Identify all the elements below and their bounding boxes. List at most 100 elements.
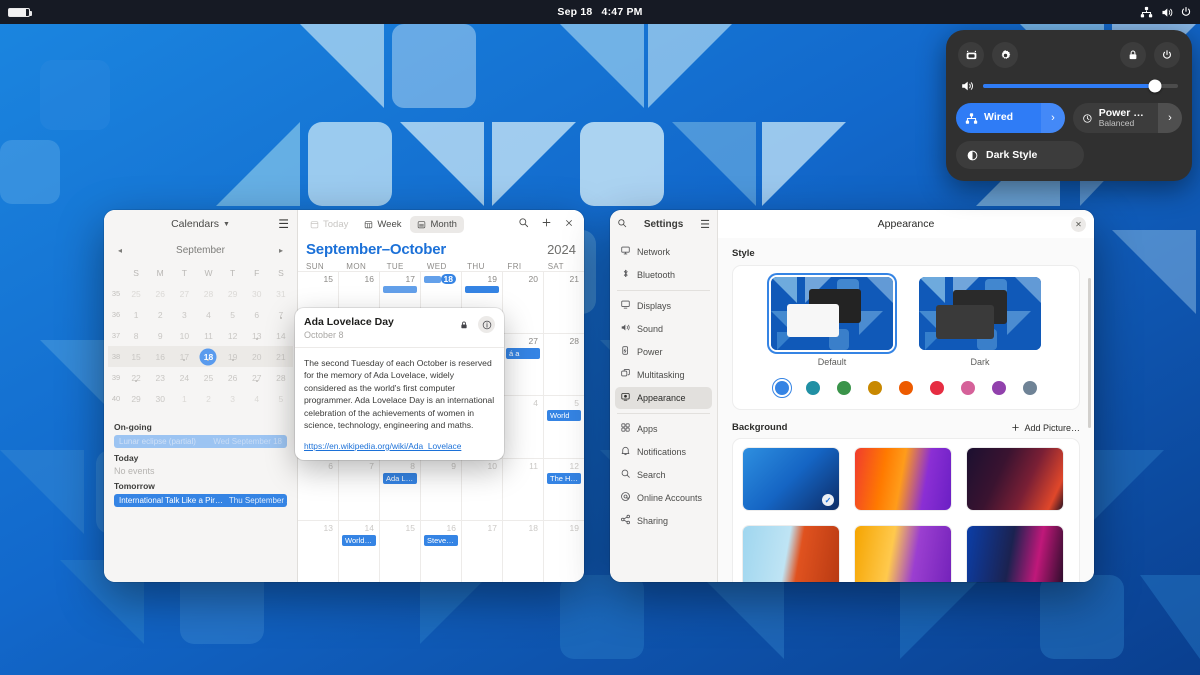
calendar-day-cell[interactable]: 6 — [298, 458, 339, 520]
mini-day-cell[interactable]: 25 — [124, 289, 148, 299]
calendar-day-cell[interactable]: 17 — [462, 520, 503, 582]
mini-day-cell[interactable]: 4 — [245, 394, 269, 404]
mini-day-cell[interactable]: 28 — [269, 373, 293, 383]
accent-color-purple[interactable] — [989, 378, 1009, 398]
accent-color-pink[interactable] — [958, 378, 978, 398]
sidebar-item-appearance[interactable]: Appearance — [615, 387, 712, 409]
system-status-area[interactable] — [1140, 6, 1192, 19]
prev-month-button[interactable]: ◂ — [118, 246, 122, 255]
mini-day-cell[interactable]: 8 — [124, 331, 148, 341]
mini-day-cell[interactable]: 27 — [172, 289, 196, 299]
style-option-dark[interactable]: Dark — [919, 277, 1041, 367]
mini-day-cell[interactable]: 27 — [245, 373, 269, 383]
calendar-day-cell[interactable]: 10 — [462, 458, 503, 520]
mini-day-cell[interactable]: 2 — [196, 394, 220, 404]
calendar-day-cell[interactable]: 13 — [298, 520, 339, 582]
event-list-item[interactable]: International Talk Like a Pir… Thu Septem… — [114, 494, 287, 507]
sidebar-item-notifications[interactable]: Notifications — [615, 441, 712, 463]
mini-day-cell[interactable]: 15 — [124, 352, 148, 362]
accent-color-teal[interactable] — [803, 378, 823, 398]
calendar-day-cell[interactable]: 19 — [544, 521, 584, 582]
mini-day-cell[interactable]: 10 — [172, 331, 196, 341]
month-view-button[interactable]: Month — [410, 215, 464, 233]
week-view-button[interactable]: Week — [357, 216, 408, 233]
mini-day-cell[interactable]: 1 — [124, 310, 148, 320]
mini-day-cell[interactable]: 3 — [172, 310, 196, 320]
popover-link[interactable]: https://en.wikipedia.org/wiki/Ada_Lovela… — [304, 440, 495, 452]
mini-day-cell[interactable]: 21 — [269, 352, 293, 362]
mini-day-cell[interactable]: 1 — [172, 394, 196, 404]
mini-day-cell[interactable]: 30 — [245, 289, 269, 299]
calendar-day-cell[interactable]: 14 World … — [339, 520, 380, 582]
calendar-day-cell[interactable]: 7 — [339, 458, 380, 520]
event-list-item[interactable]: Lunar eclipse (partial) Wed September 18 — [114, 435, 287, 448]
sidebar-item-multitasking[interactable]: Multitasking — [615, 364, 712, 386]
mini-day-cell[interactable]: 4 — [196, 310, 220, 320]
volume-slider-row[interactable] — [956, 76, 1182, 103]
mini-day-cell[interactable]: 26 — [148, 289, 172, 299]
mini-day-cell[interactable]: 30 — [148, 394, 172, 404]
accent-color-green[interactable] — [834, 378, 854, 398]
calendar-day-cell[interactable]: 11 — [503, 458, 544, 520]
volume-slider-handle[interactable] — [1148, 79, 1162, 93]
info-icon[interactable] — [478, 316, 495, 333]
mini-day-cell[interactable]: 3 — [221, 394, 245, 404]
accent-color-slate[interactable] — [1020, 378, 1040, 398]
mini-day-cell[interactable]: 17 — [172, 352, 196, 362]
background-option[interactable] — [967, 526, 1063, 582]
calendars-dropdown[interactable]: Calendars — [171, 218, 219, 230]
sidebar-item-search[interactable]: Search — [615, 464, 712, 486]
mini-day-cell[interactable]: 5 — [269, 394, 293, 404]
quick-tile-power-mode[interactable]: Power Mode Balanced › — [1073, 103, 1182, 133]
mini-day-cell[interactable]: 13 — [245, 331, 269, 341]
calendar-event-bar[interactable] — [383, 286, 417, 293]
mini-day-cell[interactable]: 18 — [196, 348, 220, 365]
quick-tile-wired[interactable]: Wired › — [956, 103, 1065, 133]
mini-day-cell[interactable]: 29 — [124, 394, 148, 404]
hamburger-menu-icon[interactable]: ☰ — [700, 218, 710, 231]
mini-day-cell[interactable]: 7 — [269, 310, 293, 320]
add-picture-button[interactable]: Add Picture… — [1011, 423, 1080, 433]
calendar-day-cell[interactable]: 28 — [544, 334, 584, 395]
accent-color-blue[interactable] — [772, 378, 792, 398]
quick-tile-power-mode-expand[interactable]: › — [1158, 103, 1182, 133]
background-option[interactable] — [967, 448, 1063, 510]
quick-tile-dark-style[interactable]: Dark Style — [956, 141, 1084, 169]
calendar-day-cell[interactable]: 4 — [503, 396, 544, 458]
mini-day-cell[interactable]: 28 — [196, 289, 220, 299]
mini-day-cell[interactable]: 26 — [221, 373, 245, 383]
calendar-day-cell[interactable]: 5 World — [544, 396, 584, 457]
calendar-day-cell[interactable]: 18 — [503, 520, 544, 582]
calendar-day-cell[interactable]: 27 á a — [503, 334, 544, 396]
sidebar-item-sharing[interactable]: Sharing — [615, 510, 712, 532]
sidebar-item-bluetooth[interactable]: Bluetooth — [615, 264, 712, 286]
open-settings-button[interactable] — [992, 42, 1018, 68]
power-menu-button[interactable] — [1154, 42, 1180, 68]
sidebar-item-online-accounts[interactable]: Online Accounts — [615, 487, 712, 509]
calendar-event-bar[interactable] — [465, 286, 499, 293]
hamburger-menu-icon[interactable]: ☰ — [278, 217, 289, 231]
calendar-day-cell[interactable]: 21 — [544, 272, 584, 333]
calendar-day-cell[interactable]: 16 Steve … — [421, 520, 462, 582]
background-option[interactable] — [855, 448, 951, 510]
clock-button[interactable]: Sep 18 4:47 PM — [0, 6, 1200, 18]
calendar-event-bar[interactable] — [424, 276, 441, 283]
volume-slider[interactable] — [983, 79, 1178, 93]
quick-tile-wired-expand[interactable]: › — [1041, 103, 1065, 133]
calendar-day-cell[interactable]: 15 — [380, 520, 421, 582]
mini-day-cell[interactable]: 23 — [148, 373, 172, 383]
mini-day-cell[interactable]: 11 — [196, 331, 220, 341]
search-icon[interactable] — [617, 218, 627, 231]
sidebar-item-displays[interactable]: Displays — [615, 295, 712, 317]
accent-color-orange[interactable] — [896, 378, 916, 398]
close-icon[interactable] — [559, 216, 579, 233]
calendar-day-cell[interactable]: 8 Ada Lo… — [380, 458, 421, 520]
calendar-day-cell[interactable]: 9 — [421, 458, 462, 520]
screenshot-button[interactable] — [958, 42, 984, 68]
mini-day-cell[interactable]: 12 — [221, 331, 245, 341]
calendar-event-chip[interactable]: á a — [506, 348, 540, 360]
sidebar-item-network[interactable]: Network — [615, 241, 712, 263]
mini-day-cell[interactable]: 16 — [148, 352, 172, 362]
calendar-event-chip[interactable]: Steve … — [424, 534, 458, 546]
mini-day-cell[interactable]: 31 — [269, 289, 293, 299]
